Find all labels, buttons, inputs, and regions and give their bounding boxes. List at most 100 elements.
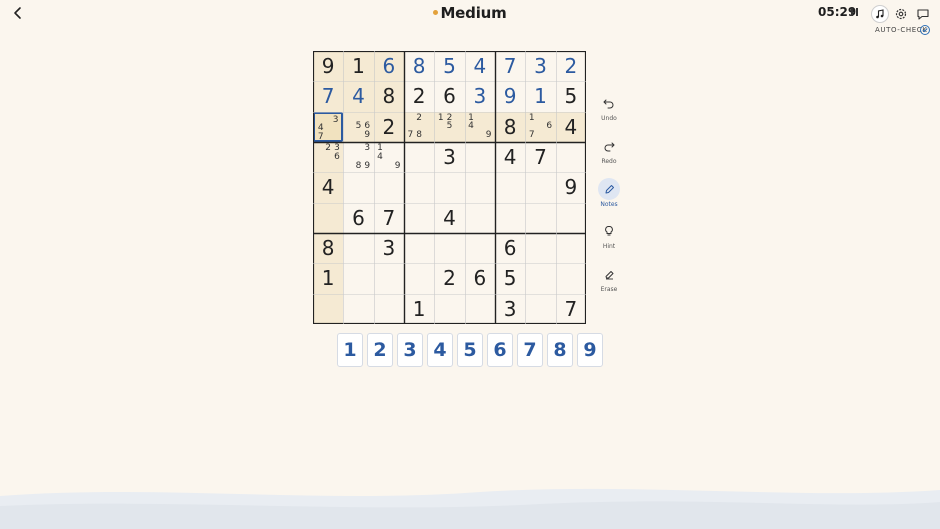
sudoku-cell[interactable] xyxy=(434,294,464,324)
sudoku-cell[interactable]: 5 xyxy=(556,81,586,111)
sudoku-cell[interactable]: 8 xyxy=(373,81,404,112)
number-key-4[interactable]: 4 xyxy=(427,333,453,367)
sudoku-cell[interactable]: 1 xyxy=(343,51,374,82)
sudoku-cell[interactable] xyxy=(525,263,555,293)
sudoku-cell[interactable]: 9 xyxy=(495,81,525,111)
sudoku-cell[interactable]: 4 xyxy=(434,203,464,233)
sudoku-cell[interactable]: 3 xyxy=(495,294,525,324)
sudoku-cell[interactable]: 6 xyxy=(343,203,373,233)
number-key-8[interactable]: 8 xyxy=(547,333,573,367)
sudoku-cell[interactable] xyxy=(404,263,434,293)
chat-button[interactable] xyxy=(916,6,930,20)
sudoku-cell[interactable]: 3 xyxy=(525,51,555,81)
sudoku-cell[interactable]: 5 xyxy=(434,51,464,81)
sudoku-cell[interactable] xyxy=(525,233,555,263)
sudoku-cell[interactable]: 7 xyxy=(374,203,404,233)
sudoku-cell[interactable]: 6 xyxy=(465,263,495,293)
sudoku-cell[interactable]: 347 xyxy=(313,111,344,142)
number-key-9[interactable]: 9 xyxy=(577,333,603,367)
sudoku-cell[interactable]: 167 xyxy=(525,111,556,142)
sudoku-cell[interactable]: 236 xyxy=(313,142,344,173)
sudoku-cell[interactable] xyxy=(495,172,525,202)
number-key-1[interactable]: 1 xyxy=(337,333,363,367)
sudoku-cell[interactable]: 7 xyxy=(556,294,586,324)
sudoku-cell[interactable]: 4 xyxy=(343,81,374,112)
sudoku-cell[interactable]: 6 xyxy=(434,81,464,111)
sudoku-cell[interactable] xyxy=(556,142,586,172)
sudoku-cell[interactable]: 9 xyxy=(313,51,344,82)
sudoku-cell[interactable]: 389 xyxy=(343,142,373,172)
autocheck-toggle[interactable] xyxy=(920,25,930,35)
sudoku-cell[interactable] xyxy=(525,172,555,202)
sudoku-cell[interactable]: 2 xyxy=(434,263,464,293)
sudoku-cell[interactable] xyxy=(465,203,495,233)
sudoku-cell[interactable]: 4 xyxy=(555,111,586,142)
sudoku-cell[interactable]: 2 xyxy=(556,51,586,81)
number-key-3[interactable]: 3 xyxy=(397,333,423,367)
sudoku-cell[interactable] xyxy=(525,203,555,233)
sudoku-cell[interactable] xyxy=(313,202,344,233)
hint-button[interactable]: Hint xyxy=(596,220,622,250)
sudoku-cell[interactable] xyxy=(343,172,373,202)
sudoku-cell[interactable]: 7 xyxy=(525,142,555,172)
sudoku-cell[interactable] xyxy=(495,203,525,233)
sudoku-cell[interactable] xyxy=(556,263,586,293)
sudoku-cell[interactable] xyxy=(343,263,373,293)
sudoku-cell[interactable] xyxy=(374,263,404,293)
sudoku-cell[interactable]: 125 xyxy=(434,111,465,142)
sudoku-cell[interactable] xyxy=(465,172,495,202)
sudoku-cell[interactable] xyxy=(525,294,555,324)
sudoku-cell[interactable]: 1 xyxy=(313,263,344,294)
sudoku-cell[interactable]: 7 xyxy=(313,81,344,112)
sudoku-cell[interactable] xyxy=(465,233,495,263)
notes-button[interactable]: Notes xyxy=(596,177,622,208)
sudoku-cell[interactable]: 3 xyxy=(465,81,495,111)
sudoku-cell[interactable] xyxy=(404,172,434,202)
erase-button[interactable]: Erase xyxy=(596,263,622,293)
settings-button[interactable] xyxy=(894,6,908,20)
sudoku-cell[interactable]: 6 xyxy=(373,51,404,82)
sudoku-cell[interactable]: 6 xyxy=(495,233,525,263)
sudoku-cell[interactable]: 2 xyxy=(373,111,404,142)
sudoku-cell[interactable] xyxy=(343,294,373,324)
sudoku-cell[interactable]: 7 xyxy=(495,51,525,81)
sudoku-cell[interactable]: 8 xyxy=(495,111,526,142)
sudoku-cell[interactable] xyxy=(556,203,586,233)
sudoku-cell[interactable] xyxy=(404,142,434,172)
number-key-7[interactable]: 7 xyxy=(517,333,543,367)
sudoku-cell[interactable]: 8 xyxy=(313,233,344,264)
sudoku-cell[interactable]: 3 xyxy=(374,233,404,263)
sudoku-cell[interactable]: 149 xyxy=(374,142,404,172)
sudoku-cell[interactable] xyxy=(374,172,404,202)
sudoku-cell[interactable]: 569 xyxy=(343,111,374,142)
sudoku-cell[interactable] xyxy=(404,233,434,263)
sudoku-cell[interactable] xyxy=(556,233,586,263)
sudoku-cell[interactable]: 5 xyxy=(495,263,525,293)
music-button[interactable] xyxy=(871,5,889,23)
sudoku-cell[interactable] xyxy=(434,233,464,263)
undo-button[interactable]: Undo xyxy=(596,92,622,122)
sudoku-cell[interactable]: 1 xyxy=(525,81,555,111)
sudoku-cell[interactable] xyxy=(313,293,344,324)
sudoku-cell[interactable]: 8 xyxy=(404,51,434,81)
number-key-5[interactable]: 5 xyxy=(457,333,483,367)
number-key-2[interactable]: 2 xyxy=(367,333,393,367)
sudoku-cell[interactable] xyxy=(434,172,464,202)
pause-button[interactable] xyxy=(850,8,860,18)
redo-button[interactable]: Redo xyxy=(596,135,622,165)
number-key-6[interactable]: 6 xyxy=(487,333,513,367)
sudoku-cell[interactable]: 278 xyxy=(404,111,435,142)
sudoku-cell[interactable] xyxy=(465,142,495,172)
sudoku-cell[interactable] xyxy=(374,294,404,324)
sudoku-cell[interactable]: 4 xyxy=(465,51,495,81)
sudoku-cell[interactable] xyxy=(404,203,434,233)
sudoku-cell[interactable]: 1 xyxy=(404,294,434,324)
sudoku-cell[interactable]: 3 xyxy=(434,142,464,172)
sudoku-cell[interactable]: 4 xyxy=(313,172,344,203)
sudoku-cell[interactable]: 4 xyxy=(495,142,525,172)
sudoku-cell[interactable]: 2 xyxy=(404,81,434,111)
sudoku-cell[interactable]: 9 xyxy=(556,172,586,202)
sudoku-cell[interactable] xyxy=(465,294,495,324)
sudoku-cell[interactable] xyxy=(343,233,373,263)
sudoku-cell[interactable]: 149 xyxy=(464,111,495,142)
